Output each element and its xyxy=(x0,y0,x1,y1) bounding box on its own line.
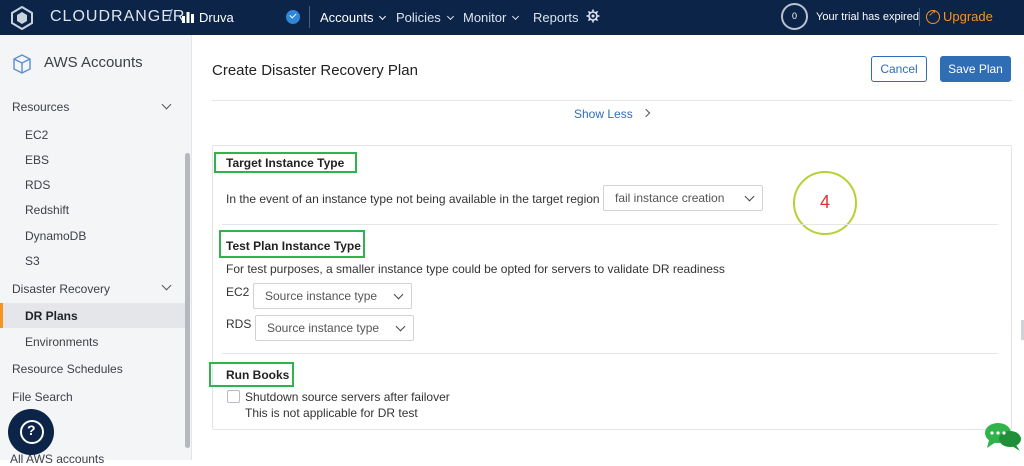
section-divider xyxy=(222,353,998,354)
sidebar-item-environments[interactable]: Environments xyxy=(25,335,98,349)
sidebar-title: AWS Accounts xyxy=(44,54,143,71)
chevron-down-icon xyxy=(446,12,454,21)
help-button[interactable] xyxy=(8,409,54,455)
sidebar-item-resources[interactable]: Resources xyxy=(12,100,69,114)
select-placeholder: Source instance type xyxy=(267,321,380,335)
org-name[interactable]: Druva xyxy=(199,10,234,25)
sidebar-item-dynamodb[interactable]: DynamoDB xyxy=(25,229,86,243)
selected-item-indicator xyxy=(0,303,3,328)
sidebar-item-s3[interactable]: S3 xyxy=(25,254,40,268)
shutdown-source-checkbox[interactable] xyxy=(227,390,240,403)
sidebar-item-redshift[interactable]: Redshift xyxy=(25,203,69,217)
trial-status-text: Your trial has expired xyxy=(816,11,919,23)
show-less-link[interactable]: Show Less xyxy=(574,107,633,121)
upgrade-divider xyxy=(919,8,920,26)
run-books-heading: Run Books xyxy=(226,368,290,382)
nav-monitor[interactable]: Monitor xyxy=(463,10,520,25)
aws-cube-icon xyxy=(13,54,31,74)
chevron-down-icon xyxy=(393,289,404,300)
header-divider xyxy=(212,100,1012,101)
sidebar-item-resource-schedules[interactable]: Resource Schedules xyxy=(12,362,123,376)
rds-label: RDS xyxy=(226,317,252,331)
verified-check-icon[interactable] xyxy=(286,10,300,24)
chevron-right-icon[interactable] xyxy=(641,108,651,118)
shutdown-source-label[interactable]: Shutdown source servers after failover xyxy=(245,390,450,404)
sidebar-scrollbar[interactable] xyxy=(185,153,190,448)
cloudranger-logo-icon[interactable] xyxy=(10,6,34,30)
upgrade-link[interactable]: Upgrade xyxy=(943,9,993,24)
step-number-annotation: 4 xyxy=(793,171,857,235)
chevron-down-icon xyxy=(512,12,520,21)
sidebar: AWS Accounts Resources EC2 EBS RDS Redsh… xyxy=(0,35,192,466)
ec2-label: EC2 xyxy=(226,285,250,299)
brand-name[interactable]: CLOUDRANGER xyxy=(50,8,185,26)
ec2-instance-type-select[interactable]: Source instance type xyxy=(253,283,412,309)
chevron-down-icon xyxy=(395,321,406,332)
chevron-down-icon[interactable] xyxy=(161,99,172,110)
nav-reports[interactable]: Reports xyxy=(533,10,579,25)
nav-accounts[interactable]: Accounts xyxy=(320,10,387,25)
rds-instance-type-select[interactable]: Source instance type xyxy=(255,315,414,341)
chevron-down-icon xyxy=(379,12,387,21)
cancel-button[interactable]: Cancel xyxy=(871,56,927,82)
page-title: Create Disaster Recovery Plan xyxy=(212,62,418,79)
nav-policies[interactable]: Policies xyxy=(396,10,454,25)
test-plan-instance-type-heading: Test Plan Instance Type xyxy=(226,239,361,253)
trial-days-badge[interactable]: 0 xyxy=(781,3,808,30)
sidebar-item-dr-plans[interactable]: DR Plans xyxy=(25,309,78,323)
save-plan-button[interactable]: Save Plan xyxy=(940,56,1011,82)
chevron-down-icon xyxy=(744,191,755,202)
target-instance-type-description: In the event of an instance type not bei… xyxy=(226,192,600,206)
chat-icon[interactable] xyxy=(983,420,1023,454)
target-instance-type-heading: Target Instance Type xyxy=(226,156,345,170)
chevron-down-icon[interactable] xyxy=(161,280,172,291)
sidebar-item-rds[interactable]: RDS xyxy=(25,178,50,192)
top-bar: CLOUDRANGER / Druva Accounts Policies Mo… xyxy=(0,0,1024,35)
upgrade-icon[interactable] xyxy=(926,8,940,24)
gear-icon[interactable] xyxy=(586,9,600,23)
sidebar-item-disaster-recovery[interactable]: Disaster Recovery xyxy=(12,282,110,296)
select-placeholder: Source instance type xyxy=(265,289,378,303)
select-value: fail instance creation xyxy=(615,191,725,205)
org-icon xyxy=(182,12,194,23)
sidebar-item-ec2[interactable]: EC2 xyxy=(25,128,48,142)
nav-divider xyxy=(309,6,310,28)
sidebar-item-file-search[interactable]: File Search xyxy=(12,390,73,404)
dr-test-note: This is not applicable for DR test xyxy=(245,406,418,420)
section-divider xyxy=(222,224,998,225)
org-separator: / xyxy=(168,6,173,25)
test-plan-description: For test purposes, a smaller instance ty… xyxy=(226,262,725,276)
sidebar-item-ebs[interactable]: EBS xyxy=(25,153,49,167)
target-instance-type-select[interactable]: fail instance creation xyxy=(603,185,763,211)
